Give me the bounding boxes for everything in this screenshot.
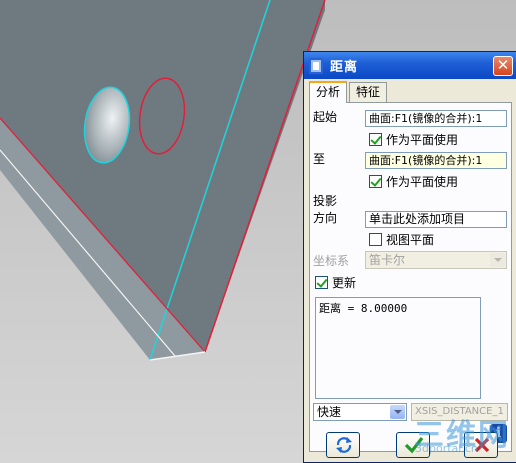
update-checkbox[interactable]: 更新: [315, 274, 356, 291]
from-as-plane-checkbox[interactable]: 作为平面使用: [369, 131, 458, 148]
result-textbox[interactable]: 距离 = 8.00000: [315, 297, 481, 399]
repeat-button[interactable]: [326, 432, 360, 458]
mode-value: 快速: [317, 405, 342, 419]
checkbox-box: [315, 276, 328, 289]
checkbox-label: 作为平面使用: [386, 133, 459, 147]
from-reference-field[interactable]: 曲面:F1(镜像的合并):1: [365, 110, 507, 127]
coord-sys-value: 笛卡尔: [369, 253, 406, 267]
dialog-title: 距离: [330, 60, 359, 75]
from-label: 起始: [313, 110, 338, 124]
analysis-panel: 起始 曲面:F1(镜像的合并):1 作为平面使用 至 曲面:F1(镜像的合并):…: [309, 102, 512, 452]
projection-label-2: 方向: [313, 211, 338, 225]
projection-direction-field[interactable]: 单击此处添加项目: [365, 211, 507, 228]
checkbox-label: 更新: [332, 276, 357, 290]
close-button[interactable]: ✕: [493, 56, 513, 76]
checkbox-label: 作为平面使用: [386, 175, 459, 189]
coord-sys-label: 坐标系: [313, 254, 350, 268]
coord-sys-select: 笛卡尔: [365, 251, 507, 269]
checkbox-box: [369, 175, 382, 188]
distance-dialog: 距离 ✕ 分析 特征 起始 曲面:F1(镜像的合并):1 作为平面使用 至 曲面…: [303, 51, 516, 463]
checkmark-icon: [404, 437, 424, 454]
mode-select[interactable]: 快速: [313, 403, 407, 421]
checkbox-label: 视图平面: [386, 233, 435, 247]
ok-button[interactable]: [396, 432, 430, 458]
checkbox-box: [369, 133, 382, 146]
to-label: 至: [313, 152, 326, 166]
to-as-plane-checkbox[interactable]: 作为平面使用: [369, 173, 458, 190]
cancel-icon: [474, 437, 490, 453]
dialog-titlebar[interactable]: 距离 ✕: [304, 52, 516, 79]
tab-feature[interactable]: 特征: [349, 82, 388, 102]
parameter-name-field[interactable]: XSIS_DISTANCE_1: [411, 403, 508, 421]
view-plane-checkbox[interactable]: 视图平面: [369, 231, 434, 248]
checkbox-box: [369, 233, 382, 246]
chevron-down-icon: [390, 405, 405, 419]
result-text: 距离 = 8.00000: [319, 302, 408, 315]
cancel-button[interactable]: [464, 432, 498, 458]
close-icon: ✕: [496, 56, 510, 74]
projection-label-1: 投影: [313, 194, 338, 208]
window-icon: [309, 57, 323, 74]
chevron-down-icon: [490, 253, 505, 267]
tab-analysis[interactable]: 分析: [309, 81, 348, 103]
to-reference-field[interactable]: 曲面:F1(镜像的合并):1: [365, 152, 507, 169]
repeat-icon: [336, 437, 352, 453]
